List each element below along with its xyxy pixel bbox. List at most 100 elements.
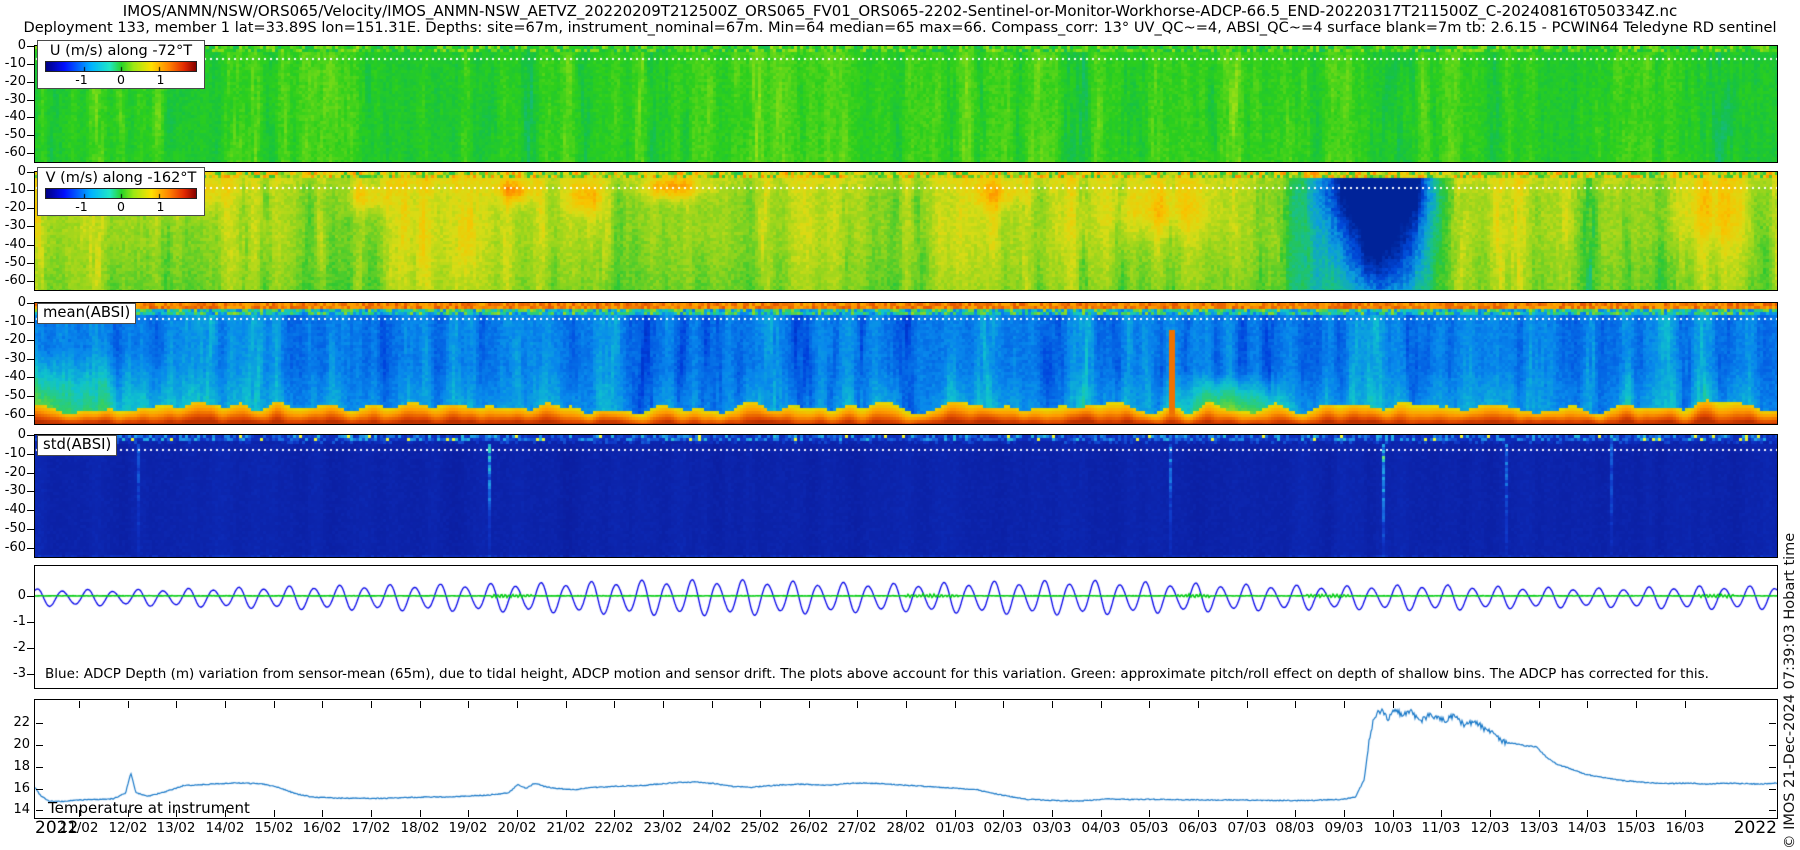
y-tick-label-v: 0 [17,164,26,179]
y-tick-temp-left [36,810,43,811]
y-tick-temp-right [1769,745,1776,746]
colorbar-v-ticks: -1 0 1 [42,199,200,214]
x-tick-top [1295,701,1296,708]
y-tick-m [27,340,34,341]
x-tick-top [1685,701,1686,708]
y-tick-temp-left [36,767,43,768]
y-tick-s [27,473,34,474]
x-tick-bottom [1539,810,1540,817]
x-tick-top [1101,701,1102,708]
y-tick-m [27,415,34,416]
x-tick-bottom [1636,810,1637,817]
legend-u-title: U (m/s) along -72°T [49,43,193,59]
heatmap-u-velocity [34,45,1778,163]
y-tick-label-m: -30 [4,351,26,366]
x-tick-top [128,701,129,708]
y-tick-label-temp: 20 [13,737,30,752]
y-tick-u [27,46,34,47]
y-tick-label-d: 0 [17,588,26,603]
x-tick-label: 19/02 [448,820,488,836]
x-tick-bottom [1198,810,1199,817]
y-tick-temp-right [1769,723,1776,724]
y-tick-u [27,64,34,65]
y-tick-v [27,245,34,246]
colorbar-u-tick-0: 0 [117,72,125,87]
y-tick-label-s: -20 [4,465,26,480]
x-tick-top [420,701,421,708]
y-tick-label-v: -50 [4,255,26,270]
x-tick-bottom [274,810,275,817]
y-tick-label-v: -10 [4,182,26,197]
y-tick-label-v: -30 [4,218,26,233]
x-tick-top [1587,701,1588,708]
x-tick-top [1636,701,1637,708]
x-tick-top [371,701,372,708]
x-tick-bottom [857,810,858,817]
y-tick-label-d: -2 [13,640,26,655]
x-tick-bottom [809,810,810,817]
y-tick-label-s: -50 [4,521,26,536]
heatmap-v-velocity [34,171,1778,291]
y-tick-temp-right [1769,767,1776,768]
x-tick-top [176,701,177,708]
colorbar-u-ticks: -1 0 1 [42,72,200,87]
x-tick-bottom [517,810,518,817]
x-tick-label: 11/03 [1421,820,1461,836]
x-tick-bottom [614,810,615,817]
depth-variation-note: Blue: ADCP Depth (m) variation from sens… [45,666,1709,682]
x-tick-top [1052,701,1053,708]
y-tick-u [27,100,34,101]
x-tick-top [1441,701,1442,708]
legend-u-velocity: U (m/s) along -72°T -1 0 1 [37,40,205,89]
y-tick-label-u: -50 [4,127,26,142]
x-tick-bottom [1052,810,1053,817]
y-tick-d [27,648,34,649]
y-tick-s [27,548,34,549]
x-tick-bottom [371,810,372,817]
y-tick-v [27,226,34,227]
y-tick-d [27,596,34,597]
x-tick-bottom [322,810,323,817]
x-tick-label: 26/02 [789,820,829,836]
heatmap-std-absi [34,434,1778,558]
y-tick-u [27,117,34,118]
x-tick-label: 20/02 [497,820,537,836]
x-tick-bottom [1344,810,1345,817]
imos-watermark: © IMOS 21-Dec-2024 07:39:03 Hobart time [1782,532,1798,849]
x-tick-label: 18/02 [400,820,440,836]
y-tick-v [27,263,34,264]
x-tick-top [566,701,567,708]
x-tick-label: 13/02 [156,820,196,836]
x-tick-bottom [1003,810,1004,817]
y-tick-label-s: 0 [17,427,26,442]
heatmap-mean-absi [34,302,1778,425]
x-tick-top [1247,701,1248,708]
x-tick-bottom [906,810,907,817]
x-tick-label: 11/02 [59,820,99,836]
y-tick-label-m: -10 [4,314,26,329]
x-tick-bottom [1587,810,1588,817]
x-tick-bottom [663,810,664,817]
x-tick-label: 16/02 [302,820,342,836]
y-tick-label-d: -1 [13,614,26,629]
y-tick-label-m: -60 [4,407,26,422]
y-tick-label-v: -60 [4,273,26,288]
x-tick-label: 28/02 [886,820,926,836]
x-tick-label: 10/03 [1373,820,1413,836]
y-tick-m [27,377,34,378]
y-tick-label-u: -30 [4,92,26,107]
y-tick-temp-right [1769,810,1776,811]
x-tick-bottom [1441,810,1442,817]
x-tick-top [468,701,469,708]
lineplot-temperature [34,699,1778,819]
figure-root: { "title_line1": "IMOS/ANMN/NSW/ORS065/V… [0,0,1800,850]
y-tick-label-s: -60 [4,540,26,555]
y-tick-label-v: -40 [4,237,26,252]
y-tick-temp-right [1769,789,1776,790]
x-tick-top [955,701,956,708]
y-tick-m [27,396,34,397]
x-tick-bottom [1101,810,1102,817]
y-tick-u [27,82,34,83]
x-tick-bottom [955,810,956,817]
y-tick-temp-left [36,723,43,724]
